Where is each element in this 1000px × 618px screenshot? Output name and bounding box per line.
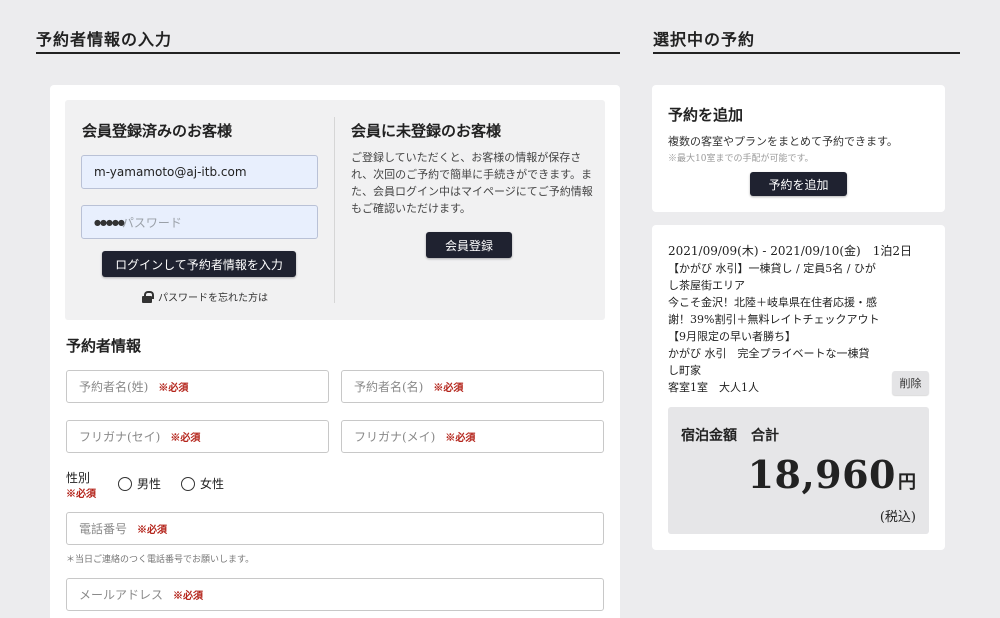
divider	[334, 117, 335, 303]
booker-info-title: 予約者情報	[66, 337, 142, 355]
gender-label: 性別	[66, 471, 91, 485]
gender-female-radio[interactable]: 女性	[181, 475, 224, 492]
forgot-password-link[interactable]: パスワードを忘れた方は	[142, 289, 268, 304]
required-mark: ※必須	[158, 383, 189, 394]
gender-male-radio[interactable]: 男性	[118, 475, 161, 492]
placeholder: 電話番号	[79, 522, 128, 536]
required-mark: ※必須	[445, 433, 476, 444]
detail-line: かがび 水引 完全プライベートな一棟貸	[668, 347, 870, 360]
radio-circle-icon	[118, 476, 132, 491]
detail-line: し茶屋街エリア	[668, 279, 745, 292]
password-field[interactable]: ●●●●● パスワード	[81, 205, 318, 239]
password-placeholder: パスワード	[121, 215, 182, 230]
password-mask: ●●●●●	[94, 217, 125, 227]
title-underline	[36, 52, 620, 54]
placeholder: 予約者名(名)	[354, 380, 424, 394]
page-title: 予約者情報の入力	[36, 30, 173, 49]
selected-reservation-title: 選択中の予約	[653, 30, 756, 49]
radio-label: 女性	[200, 477, 225, 491]
description-line: た、会員ログイン中はマイページにてご予約情報	[351, 185, 593, 198]
tax-note: (税込)	[879, 510, 916, 525]
email-field[interactable]: m-yamamoto@aj-itb.com	[81, 155, 318, 189]
detail-line: 謝！39%割引＋無料レイトチェックアウト	[668, 313, 880, 326]
total-price: 18,960 円	[748, 452, 916, 497]
price-unit: 円	[898, 472, 916, 493]
reservation-details: 【かがび 水引】一棟貸し / 定員5名 / ひが し茶屋街エリア 今こそ金沢！北…	[668, 260, 888, 396]
first-name-input[interactable]: 予約者名(名) ※必須	[341, 370, 604, 403]
placeholder: メールアドレス	[79, 588, 164, 602]
detail-line: 客室1室 大人1人	[668, 381, 759, 394]
forgot-password-label: パスワードを忘れた方は	[158, 293, 268, 304]
description-line: ご登録していただくと、お客様の情報が保存さ	[351, 151, 582, 164]
title-underline	[653, 52, 960, 54]
add-reservation-button[interactable]: 予約を追加	[750, 172, 847, 196]
guest-title: 会員に未登録のお客様	[351, 122, 502, 140]
price-label: 宿泊金額 合計	[681, 428, 779, 444]
radio-circle-icon	[181, 476, 195, 491]
price-value: 18,960	[747, 452, 896, 497]
required-mark: ※必須	[173, 591, 204, 602]
add-reservation-title: 予約を追加	[668, 106, 744, 124]
add-reservation-note: ※最大10室までの手配が可能です。	[668, 154, 814, 164]
reservation-dates: 2021/09/09(木) - 2021/09/10(金) 1泊2日	[668, 244, 913, 258]
lock-icon	[142, 290, 154, 303]
placeholder: フリガナ(セイ)	[79, 430, 161, 444]
description-line: れ、次回のご予約で簡単に手続きができます。ま	[351, 168, 593, 181]
description-line: もご確認いただけます。	[351, 202, 471, 215]
member-login-title: 会員登録済みのお客様	[82, 122, 233, 140]
phone-hint: ＊当日ご連絡のつく電話番号でお願いします。	[66, 555, 255, 565]
required-mark: ※必須	[433, 383, 464, 394]
required-mark: ※必須	[170, 433, 201, 444]
delete-button[interactable]: 削除	[892, 371, 929, 395]
register-button[interactable]: 会員登録	[426, 232, 512, 258]
placeholder: フリガナ(メイ)	[354, 430, 436, 444]
kana-last-name-input[interactable]: フリガナ(セイ) ※必須	[66, 420, 329, 453]
detail-line: 今こそ金沢！北陸＋岐阜県在住者応援・感	[668, 296, 877, 309]
guest-description: ご登録していただくと、お客様の情報が保存さ れ、次回のご予約で簡単に手続きができ…	[351, 149, 601, 217]
detail-line: し町家	[668, 364, 701, 377]
required-mark: ※必須	[66, 489, 96, 500]
phone-input[interactable]: 電話番号 ※必須	[66, 512, 604, 545]
kana-first-name-input[interactable]: フリガナ(メイ) ※必須	[341, 420, 604, 453]
detail-line: 【9月限定の早い者勝ち】	[668, 330, 796, 343]
detail-line: 【かがび 水引】一棟貸し / 定員5名 / ひが	[668, 262, 876, 275]
placeholder: 予約者名(姓)	[79, 380, 149, 394]
login-button[interactable]: ログインして予約者情報を入力	[102, 251, 296, 277]
radio-label: 男性	[137, 477, 162, 491]
email-input[interactable]: メールアドレス ※必須	[66, 578, 604, 611]
last-name-input[interactable]: 予約者名(姓) ※必須	[66, 370, 329, 403]
required-mark: ※必須	[137, 525, 168, 536]
add-reservation-description: 複数の客室やプランをまとめて予約できます。	[668, 135, 898, 148]
